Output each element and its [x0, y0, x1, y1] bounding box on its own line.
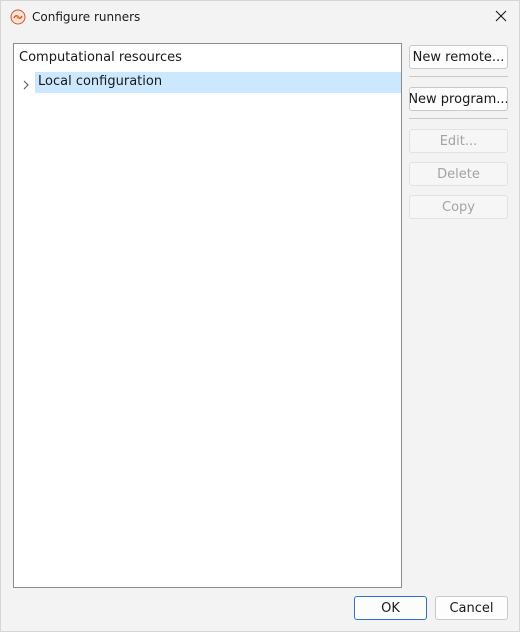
window-title: Configure runners	[32, 10, 141, 24]
ok-button[interactable]: OK	[354, 596, 427, 620]
delete-button[interactable]: Delete	[409, 162, 508, 186]
copy-button[interactable]: Copy	[409, 195, 508, 219]
edit-button[interactable]: Edit...	[409, 129, 508, 153]
chevron-right-icon[interactable]	[20, 76, 32, 90]
new-program-button[interactable]: New program...	[409, 87, 508, 111]
app-logo-icon	[10, 9, 26, 25]
title-bar: Configure runners	[1, 1, 519, 33]
configure-runners-dialog: Configure runners Computational resource…	[0, 0, 520, 632]
tree-item-local-configuration[interactable]: Local configuration	[15, 72, 401, 93]
new-remote-button[interactable]: New remote...	[409, 45, 508, 69]
cancel-button[interactable]: Cancel	[435, 596, 508, 620]
tree-item-selection: Local configuration	[35, 72, 401, 93]
separator	[409, 118, 508, 119]
resources-tree[interactable]: Computational resources Local configurat…	[13, 43, 402, 588]
close-icon	[495, 7, 507, 26]
separator	[409, 76, 508, 77]
tree-header: Computational resources	[19, 50, 182, 65]
tree-item-label: Local configuration	[38, 74, 163, 89]
close-button[interactable]	[483, 1, 519, 31]
